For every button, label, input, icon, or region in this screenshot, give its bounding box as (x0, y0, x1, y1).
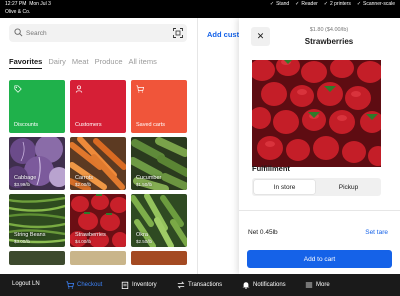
tile-price: $3.00/lb (14, 239, 31, 244)
close-icon: ✕ (256, 31, 265, 41)
check-icon: ✓ (295, 1, 300, 7)
status-time: 12:27 PM (5, 1, 27, 7)
tag-icon (14, 85, 22, 93)
tab-produce[interactable]: Produce (95, 57, 123, 69)
device-stand: ✓ Stand (269, 1, 290, 7)
tile-string-beans[interactable]: String Beans $3.00/lb (9, 194, 65, 247)
tab-meat[interactable]: Meat (72, 57, 89, 69)
check-icon: ✓ (323, 1, 328, 7)
nav-more[interactable]: More (305, 281, 330, 289)
search-input[interactable] (26, 27, 166, 39)
tile-cabbage[interactable]: Cabbage $3.99/lb (9, 137, 65, 190)
option-pickup[interactable]: Pickup (318, 180, 379, 194)
cart-icon (136, 85, 144, 93)
nav-notifications[interactable]: Notifications (242, 281, 286, 289)
tile-strawberries[interactable]: Strawberries $4.00/lb (70, 194, 126, 247)
bottom-nav: Logout LN Checkout Inventory Transaction… (0, 274, 400, 296)
device-scanner-scale: ✓ Scanner-scale (356, 1, 395, 7)
tile-cucumber[interactable]: Cucumber $1.50/lb (131, 137, 187, 190)
set-tare-link[interactable]: Set tare (365, 229, 388, 236)
item-title: Strawberries (304, 37, 354, 46)
tile-partial[interactable] (9, 251, 65, 265)
tab-all-items[interactable]: All items (129, 57, 157, 69)
close-button[interactable]: ✕ (251, 27, 270, 46)
cart-panel: Add custo (197, 18, 244, 274)
item-library-panel: Favorites Dairy Meat Produce All items D… (0, 18, 197, 274)
option-in-store[interactable]: In store (254, 180, 315, 194)
tile-discounts[interactable]: Discounts (9, 80, 65, 133)
business-name: Olive & Co. (5, 9, 31, 15)
fulfillment-title: Fulfillment (252, 164, 290, 173)
tile-partial[interactable] (131, 251, 187, 265)
clipboard-icon (121, 281, 129, 289)
tile-name: Cucumber (136, 175, 162, 181)
tile-price: $1.50/lb (136, 182, 153, 187)
person-icon (75, 85, 83, 93)
tile-label: Customers (75, 122, 102, 128)
tile-name: Okra (136, 232, 148, 238)
barcode-scan-icon[interactable] (173, 28, 183, 38)
nav-inventory[interactable]: Inventory (121, 281, 157, 289)
tile-carrots[interactable]: Carrots $2.00/lb (70, 137, 126, 190)
nav-checkout[interactable]: Checkout (66, 281, 102, 289)
tile-label: Discounts (14, 122, 39, 128)
tile-customers[interactable]: Customers (70, 80, 126, 133)
tab-favorites[interactable]: Favorites (9, 57, 43, 69)
tile-name: Carrots (75, 175, 94, 181)
logout-button[interactable]: Logout LN (12, 281, 40, 287)
transfer-icon (177, 281, 185, 289)
tile-price: $2.00/lb (75, 182, 92, 187)
tile-price: $3.99/lb (14, 182, 31, 187)
status-bar: 12:27 PM Mon Jul 3 Olive & Co. ✓ Stand ✓ R… (0, 0, 400, 18)
add-to-cart-button[interactable]: Add to cart (247, 250, 392, 268)
check-icon: ✓ (356, 1, 362, 7)
tile-price: $4.00/lb (75, 239, 92, 244)
bell-icon (242, 282, 250, 289)
tile-okra[interactable]: Okra $2.50/lb (131, 194, 187, 247)
tile-saved-carts[interactable]: Saved carts (131, 80, 187, 133)
tab-dairy[interactable]: Dairy (48, 57, 66, 69)
device-reader: ✓ Reader (295, 1, 318, 7)
tile-name: Strawberries (75, 232, 106, 238)
status-devices: ✓ Stand ✓ Reader ✓ 2 printers ✓ Scanner-scal… (270, 1, 395, 7)
status-date: Mon Jul 3 (29, 1, 51, 7)
item-detail-drawer: ✕ $1.80 ($4.00/lb) Strawberries Fulfillm… (239, 18, 400, 274)
tile-name: String Beans (14, 232, 46, 238)
status-time-date: 12:27 PM Mon Jul 3 (5, 1, 51, 7)
check-icon: ✓ (269, 1, 275, 7)
nav-transactions[interactable]: Transactions (177, 281, 222, 289)
menu-icon (305, 282, 313, 288)
item-price: $1.80 ($4.00/lb) (309, 27, 349, 33)
pos-screen: 12:27 PM Mon Jul 3 Olive & Co. ✓ Stand ✓ R… (0, 0, 400, 296)
search-bar[interactable] (9, 24, 187, 42)
tile-name: Cabbage (14, 175, 37, 181)
cart-icon (66, 281, 74, 289)
device-printers: ✓ 2 printers (323, 1, 351, 7)
divider (239, 210, 400, 211)
net-weight: Net 0.45lb (248, 229, 278, 236)
search-icon (14, 28, 23, 37)
tile-label: Saved carts (136, 122, 166, 128)
tile-partial[interactable] (70, 251, 126, 265)
favorites-grid: Discounts Customers Saved carts Cabbage … (9, 80, 189, 265)
tile-price: $2.50/lb (136, 239, 153, 244)
category-tabs: Favorites Dairy Meat Produce All items (9, 57, 157, 69)
strawberries-photo (252, 60, 381, 167)
fulfillment-toggle: In store Pickup (252, 178, 381, 196)
